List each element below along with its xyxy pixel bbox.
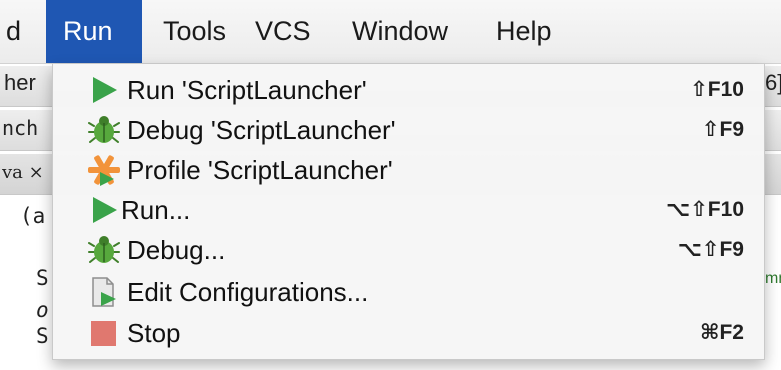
menubar-item-window[interactable]: Window xyxy=(352,0,448,63)
menubar-item-help[interactable]: Help xyxy=(496,0,552,63)
menu-bar: d Run Tools VCS Window Help xyxy=(0,0,781,64)
menubar-item-vcs[interactable]: VCS xyxy=(255,0,311,63)
background-code-text: (a xyxy=(20,204,46,228)
profile-icon xyxy=(88,154,120,186)
background-code-text: S xyxy=(36,324,49,348)
menu-item-label: Profile 'ScriptLauncher' xyxy=(127,155,393,185)
menu-item-profile-scriptlauncher[interactable]: Profile 'ScriptLauncher' xyxy=(53,150,764,190)
menu-item-label: Run 'ScriptLauncher' xyxy=(127,75,367,105)
debug-icon xyxy=(88,114,120,146)
background-editor-tab[interactable]: va × xyxy=(2,162,52,183)
menubar-item-run[interactable]: Run xyxy=(46,0,142,63)
background-toolbar-text: nch xyxy=(2,116,39,140)
menu-item-debug-ellipsis[interactable]: Debug... ⌥⇧F9 xyxy=(53,230,764,270)
run-menu-dropdown: Run 'ScriptLauncher' ⇧F10 Debug 'ScriptL… xyxy=(52,64,765,360)
menu-item-run-ellipsis[interactable]: Run... ⌥⇧F10 xyxy=(53,190,764,230)
background-code-text: o xyxy=(36,298,49,322)
debug-icon xyxy=(88,234,120,266)
menu-item-shortcut: ⇧F9 xyxy=(701,118,744,141)
menu-item-label: Edit Configurations... xyxy=(127,277,369,307)
menu-item-edit-configurations[interactable]: Edit Configurations... xyxy=(53,272,764,312)
background-code-text: mm xyxy=(765,270,781,287)
menu-item-label: Stop xyxy=(127,318,181,348)
menubar-item-build[interactable]: d xyxy=(6,0,21,63)
menu-item-stop[interactable]: Stop ⌘F2 xyxy=(53,313,764,353)
menu-item-run-scriptlauncher[interactable]: Run 'ScriptLauncher' ⇧F10 xyxy=(53,70,764,110)
menubar-item-tools[interactable]: Tools xyxy=(163,0,226,63)
menu-item-shortcut: ⇧F10 xyxy=(690,78,744,101)
edit-configurations-icon xyxy=(88,276,120,308)
background-code-text: S xyxy=(36,266,49,290)
menu-item-label: Debug 'ScriptLauncher' xyxy=(127,115,396,145)
background-toolbar-text: 6] xyxy=(765,70,781,95)
menu-item-shortcut: ⌘F2 xyxy=(700,321,744,344)
menu-item-label: Run... xyxy=(121,195,191,225)
stop-icon xyxy=(88,317,120,349)
menu-item-shortcut: ⌥⇧F9 xyxy=(677,238,744,261)
background-toolbar-text: her xyxy=(4,70,36,95)
menu-item-debug-scriptlauncher[interactable]: Debug 'ScriptLauncher' ⇧F9 xyxy=(53,110,764,150)
run-icon xyxy=(88,74,120,106)
menu-item-label: Debug... xyxy=(127,235,226,265)
menu-item-shortcut: ⌥⇧F10 xyxy=(666,198,744,221)
run-icon xyxy=(88,194,120,226)
